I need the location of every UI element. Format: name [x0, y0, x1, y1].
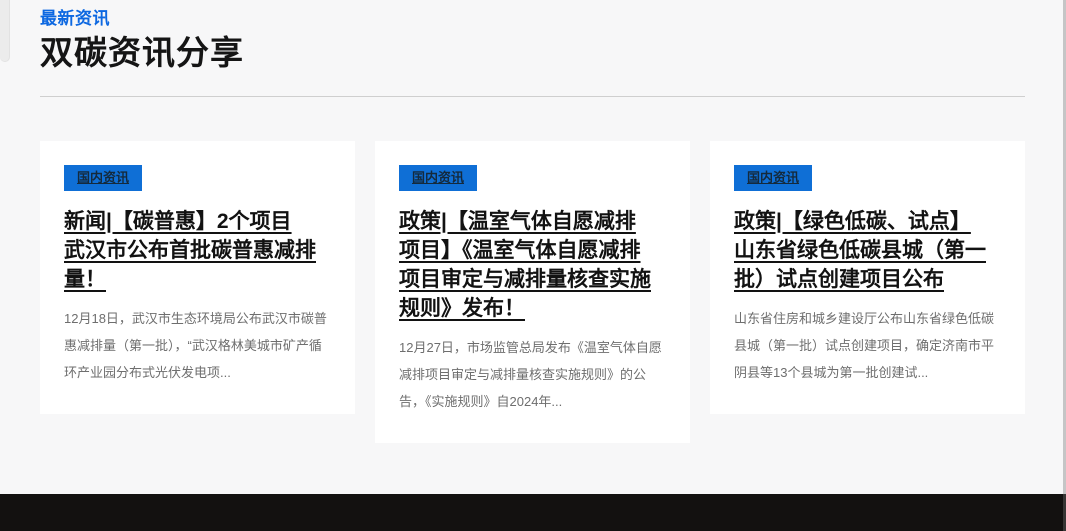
- page-title: 双碳资讯分享: [40, 33, 1025, 73]
- article-title-link[interactable]: 新闻|【碳普惠】2个项目 武汉市公布首批碳普惠减排 量！: [64, 210, 316, 291]
- news-card[interactable]: 国内资讯 新闻|【碳普惠】2个项目 武汉市公布首批碳普惠减排 量！ 12月18日…: [40, 141, 355, 414]
- page: 最新资讯 双碳资讯分享 国内资讯 新闻|【碳普惠】2个项目 武汉市公布首批碳普惠…: [0, 0, 1066, 531]
- article-title: 新闻|【碳普惠】2个项目 武汉市公布首批碳普惠减排 量！: [64, 207, 331, 294]
- news-section: 最新资讯 双碳资讯分享 国内资讯 新闻|【碳普惠】2个项目 武汉市公布首批碳普惠…: [40, 8, 1025, 443]
- news-card-grid: 国内资讯 新闻|【碳普惠】2个项目 武汉市公布首批碳普惠减排 量！ 12月18日…: [40, 141, 1025, 443]
- news-card[interactable]: 国内资讯 政策|【绿色低碳、试点】 山东省绿色低碳县城（第一 批）试点创建项目公…: [710, 141, 1025, 414]
- category-badge[interactable]: 国内资讯: [64, 165, 142, 191]
- section-divider: [40, 96, 1025, 97]
- article-title-link[interactable]: 政策|【温室气体自愿减排 项目】《温室气体自愿减排 项目审定与减排量核查实施 规…: [399, 210, 651, 320]
- news-card[interactable]: 国内资讯 政策|【温室气体自愿减排 项目】《温室气体自愿减排 项目审定与减排量核…: [375, 141, 690, 443]
- category-badge[interactable]: 国内资讯: [734, 165, 812, 191]
- article-excerpt: 12月18日，武汉市生态环境局公布武汉市碳普 惠减排量（第一批），“武汉格林美城…: [64, 305, 331, 386]
- article-title: 政策|【绿色低碳、试点】 山东省绿色低碳县城（第一 批）试点创建项目公布: [734, 207, 1001, 294]
- article-title: 政策|【温室气体自愿减排 项目】《温室气体自愿减排 项目审定与减排量核查实施 规…: [399, 207, 666, 323]
- left-edge-handle: [0, 0, 10, 62]
- article-excerpt: 山东省住房和城乡建设厅公布山东省绿色低碳 县城（第一批）试点创建项目，确定济南市…: [734, 305, 1001, 386]
- footer-bar: [0, 494, 1066, 531]
- article-title-link[interactable]: 政策|【绿色低碳、试点】 山东省绿色低碳县城（第一 批）试点创建项目公布: [734, 210, 986, 291]
- article-excerpt: 12月27日，市场监管总局发布《温室气体自愿 减排项目审定与减排量核查实施规则》…: [399, 334, 666, 415]
- section-eyebrow: 最新资讯: [40, 8, 1025, 30]
- category-badge[interactable]: 国内资讯: [399, 165, 477, 191]
